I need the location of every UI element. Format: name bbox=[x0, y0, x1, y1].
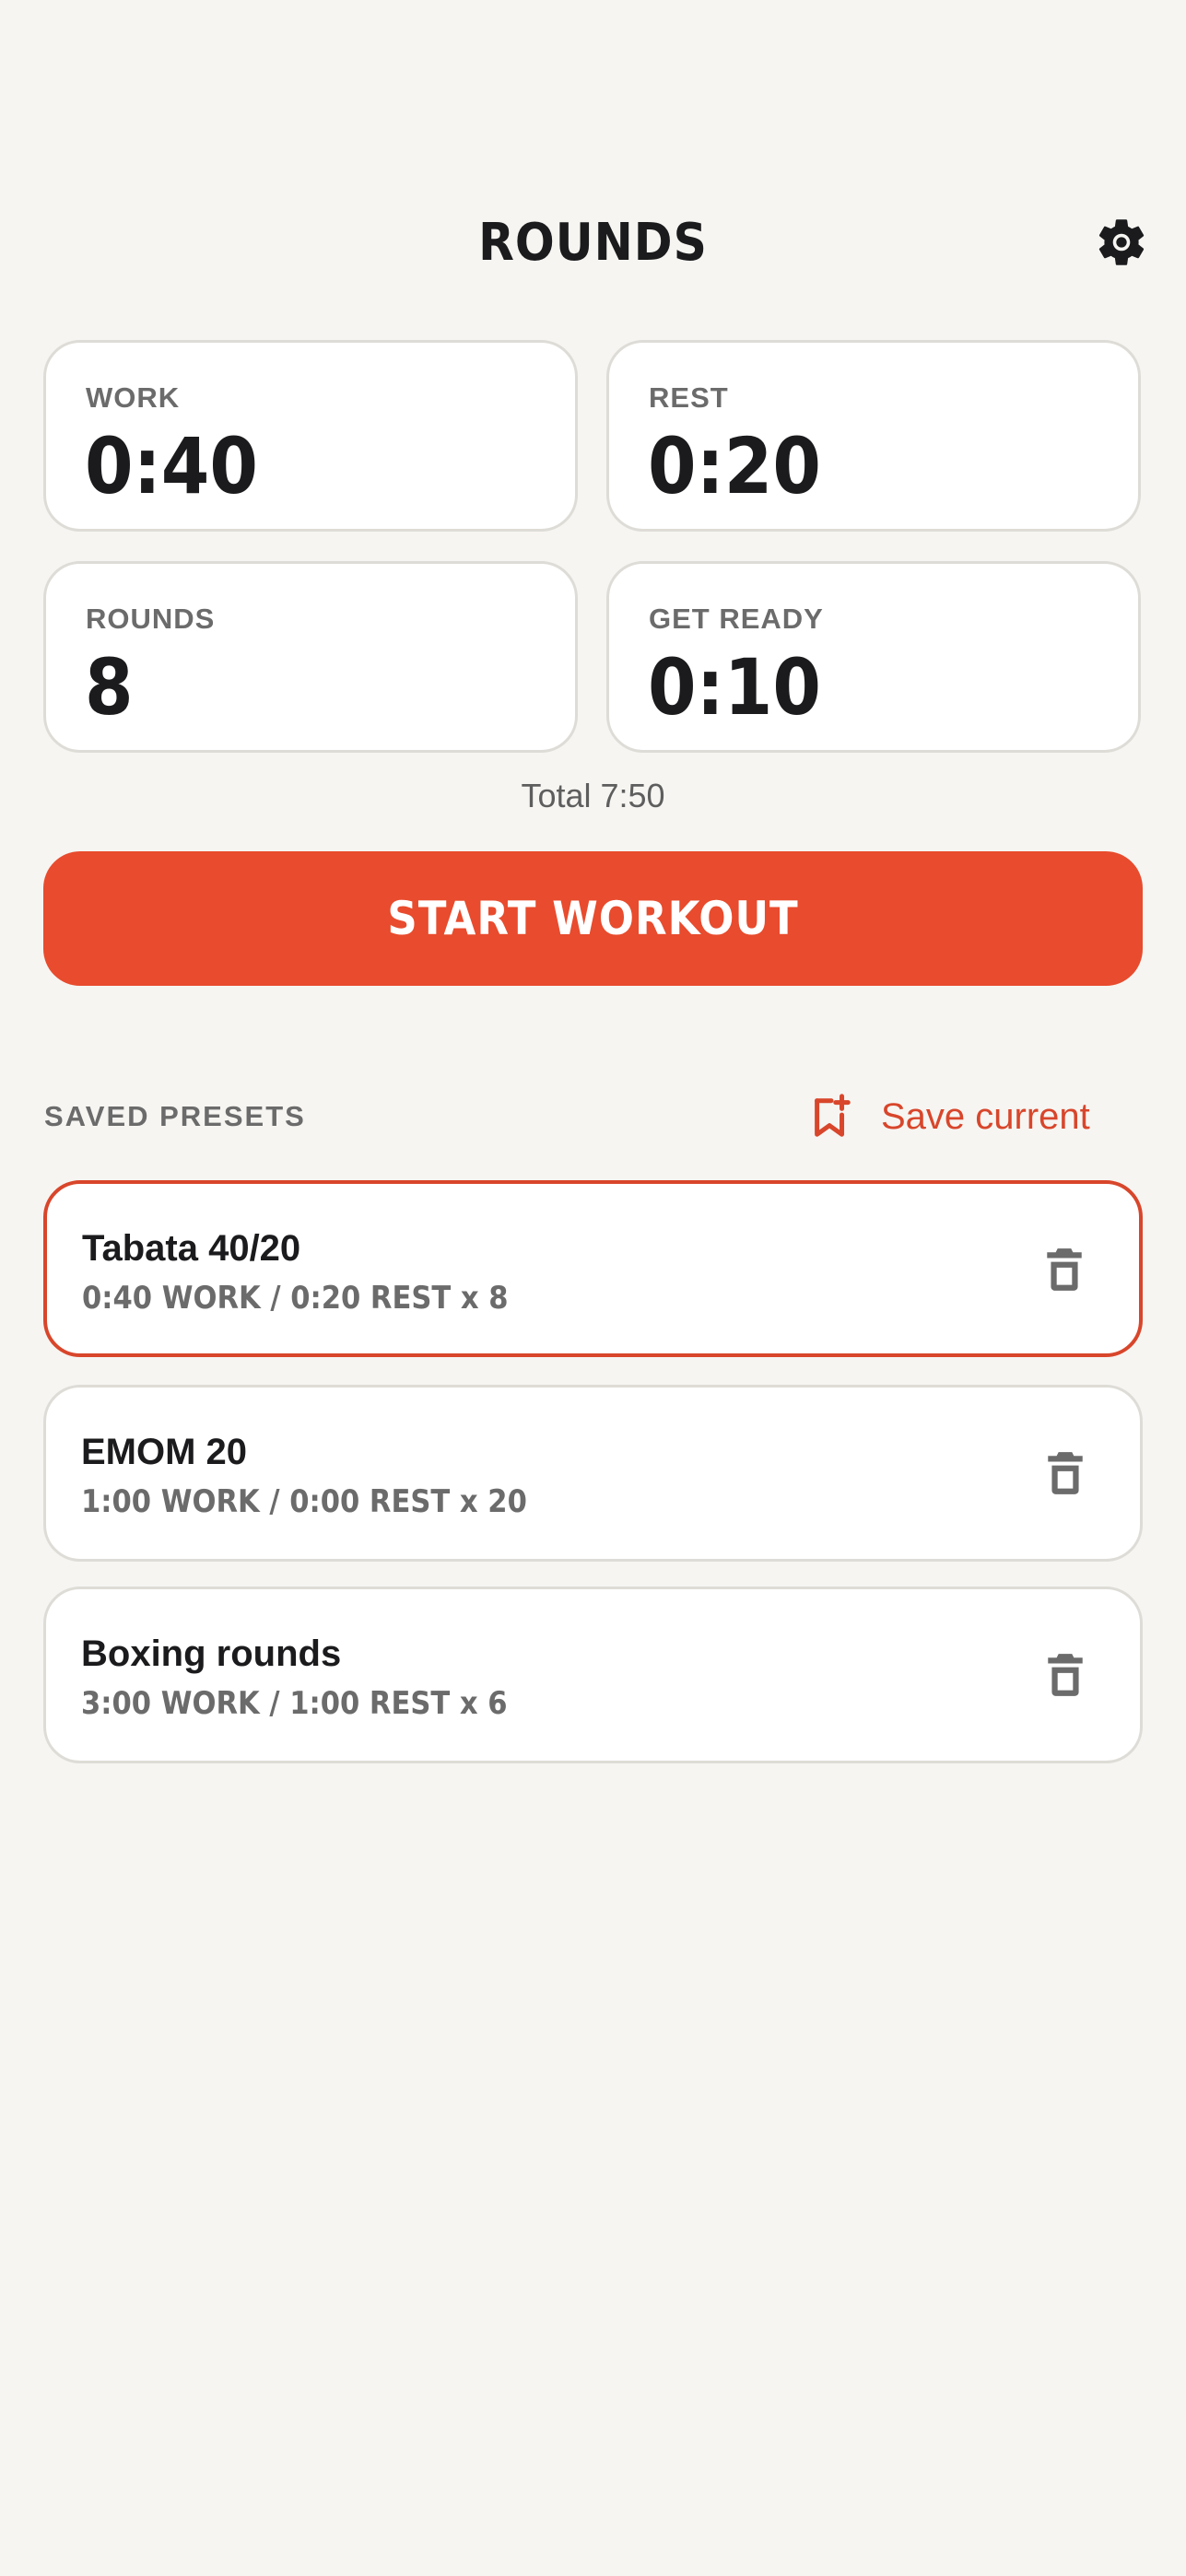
gear-icon bbox=[1098, 219, 1145, 265]
rest-value: 0:20 bbox=[648, 421, 821, 511]
get-ready-card[interactable]: GET READY 0:10 bbox=[606, 561, 1141, 753]
preset-name: Boxing rounds bbox=[81, 1633, 342, 1674]
preset-summary: 3:00 WORK / 1:00 REST x 6 bbox=[81, 1685, 508, 1722]
preset-summary: 1:00 WORK / 0:00 REST x 20 bbox=[81, 1483, 527, 1520]
trash-icon bbox=[1047, 1248, 1082, 1291]
trash-icon bbox=[1048, 1452, 1083, 1494]
page-title: ROUNDS bbox=[478, 213, 708, 273]
get-ready-value: 0:10 bbox=[648, 642, 821, 732]
preset-item[interactable]: Boxing rounds 3:00 WORK / 1:00 REST x 6 bbox=[43, 1587, 1143, 1763]
delete-preset-button[interactable] bbox=[1035, 1645, 1096, 1705]
save-current-label: Save current bbox=[881, 1095, 1090, 1137]
rounds-card[interactable]: ROUNDS 8 bbox=[43, 561, 578, 753]
save-current-button[interactable]: Save current bbox=[811, 1087, 1090, 1146]
settings-button[interactable] bbox=[1089, 210, 1154, 275]
preset-summary: 0:40 WORK / 0:20 REST x 8 bbox=[82, 1280, 509, 1317]
rest-label: REST bbox=[649, 381, 729, 414]
get-ready-label: GET READY bbox=[649, 603, 824, 635]
saved-presets-heading: SAVED PRESETS bbox=[44, 1100, 306, 1132]
preset-item[interactable]: Tabata 40/20 0:40 WORK / 0:20 REST x 8 bbox=[43, 1180, 1143, 1357]
work-value: 0:40 bbox=[85, 421, 258, 511]
work-label: WORK bbox=[86, 381, 181, 414]
rounds-value: 8 bbox=[85, 642, 134, 732]
rounds-label: ROUNDS bbox=[86, 603, 216, 635]
bookmark-plus-icon bbox=[815, 1094, 851, 1137]
start-workout-button[interactable]: START WORKOUT bbox=[43, 851, 1143, 986]
preset-name: Tabata 40/20 bbox=[82, 1228, 301, 1269]
rest-card[interactable]: REST 0:20 bbox=[606, 340, 1141, 532]
delete-preset-button[interactable] bbox=[1035, 1443, 1096, 1504]
trash-icon bbox=[1048, 1654, 1083, 1696]
total-duration: Total 7:50 bbox=[521, 777, 665, 814]
delete-preset-button[interactable] bbox=[1034, 1239, 1095, 1300]
work-card[interactable]: WORK 0:40 bbox=[43, 340, 578, 532]
preset-item[interactable]: EMOM 20 1:00 WORK / 0:00 REST x 20 bbox=[43, 1385, 1143, 1562]
preset-name: EMOM 20 bbox=[81, 1432, 248, 1472]
